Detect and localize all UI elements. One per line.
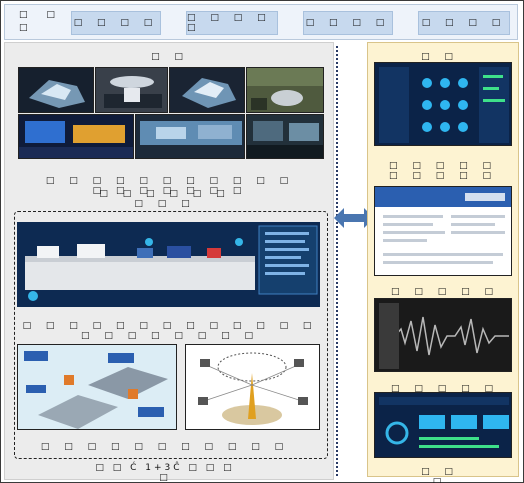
- dashboard-screenshot-3: [374, 392, 512, 458]
- tab-3: □ □ □ □: [303, 11, 393, 35]
- photo-exhibit-hall-2: [246, 67, 324, 113]
- production-line-caption: □ □ □ □ □ □ □ □ □ □ □ □ □ □ □ □ □ □ □ □ …: [22, 321, 318, 341]
- panel-separator: [336, 46, 366, 476]
- workshop-illustration: [17, 344, 177, 430]
- tab-1: □ □ □ □: [71, 11, 161, 35]
- tab-4: □ □ □ □: [418, 11, 510, 35]
- left-footer-label: □ □ Ć 1+3Ĉ □ □ □ □: [95, 463, 235, 483]
- photo-exhibit-hall-4: [246, 114, 324, 159]
- right-caption-5: □ □ □: [421, 467, 459, 483]
- tab-2: □ □ □ □ □: [186, 11, 278, 35]
- photo-exhibit-hall-3: [18, 114, 134, 159]
- header-title: □ □ □: [19, 10, 63, 33]
- photos-caption-2: □ □ □ □ □ □ □ □ □: [99, 189, 231, 209]
- header-bar: □ □ □ □ □ □ □ □ □ □ □ □ □ □ □ □ □ □ □ □: [4, 4, 518, 40]
- right-top-label: □ □: [421, 52, 459, 62]
- right-caption-2: □ □ □ □ □ □ □ □ □ □: [389, 161, 497, 181]
- photo-3d-model: [18, 67, 94, 113]
- left-top-label: □ □: [151, 52, 189, 62]
- dashboard-screenshot-2: [374, 186, 512, 276]
- waveform-screenshot: [374, 298, 512, 372]
- photo-3d-model-2: [169, 67, 245, 113]
- photo-exhibit-hall-1: [95, 67, 168, 113]
- bottom-caption: □ □ □ □ □ □ □ □ □ □ □: [40, 442, 290, 452]
- dashboard-screenshot-1: [374, 62, 512, 146]
- network-diagram: [185, 344, 320, 430]
- production-line-image: [17, 222, 320, 307]
- photo-panorama: [135, 114, 245, 159]
